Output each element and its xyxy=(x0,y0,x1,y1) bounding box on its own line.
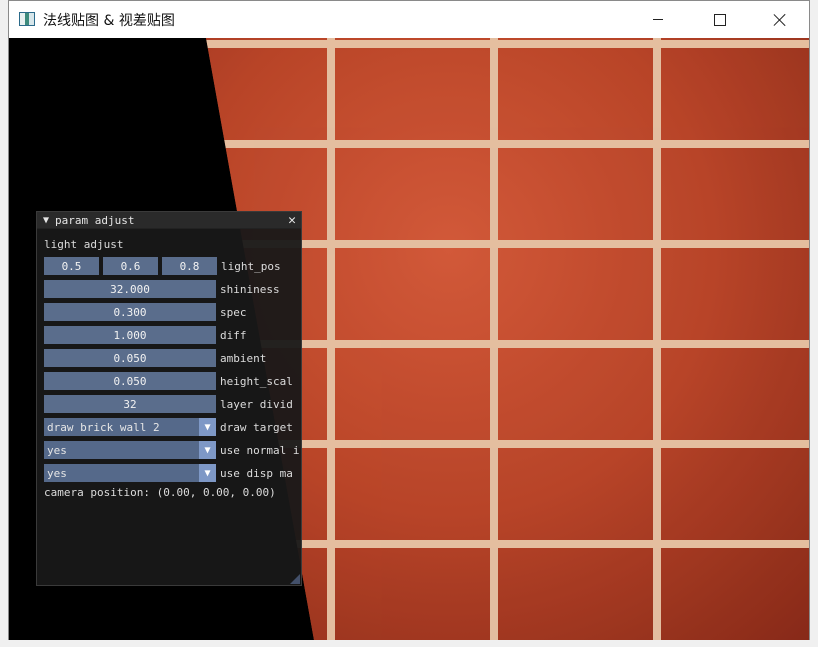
ambient-label: ambient xyxy=(220,351,267,365)
height-scale-row: 0.050 height_scal xyxy=(44,372,293,390)
draw-target-label: draw target xyxy=(220,420,293,434)
draw-target-row: draw brick wall 2 ▼ draw target xyxy=(44,418,293,436)
app-window: 法线贴图 & 视差贴图 ▼ param adjust ✕ light adjus… xyxy=(8,0,810,640)
use-normal-row: yes ▼ use normal i xyxy=(44,441,299,459)
close-button[interactable] xyxy=(757,1,803,38)
maximize-button[interactable] xyxy=(697,1,743,38)
draw-target-value: draw brick wall 2 xyxy=(47,420,160,434)
light-pos-z-input[interactable]: 0.8 xyxy=(162,257,217,275)
use-disp-row: yes ▼ use disp ma xyxy=(44,464,293,482)
collapse-icon[interactable]: ▼ xyxy=(43,215,49,226)
dropdown-arrow-icon[interactable]: ▼ xyxy=(199,418,216,436)
light-pos-x-input[interactable]: 0.5 xyxy=(44,257,99,275)
close-icon xyxy=(773,13,787,27)
use-disp-dropdown[interactable]: yes ▼ xyxy=(44,464,216,482)
use-normal-value: yes xyxy=(47,443,67,457)
camera-position-text: camera position: (0.00, 0.00, 0.00) xyxy=(44,486,276,499)
shininess-row: 32.000 shininess xyxy=(44,280,280,298)
shininess-label: shininess xyxy=(220,282,280,296)
ambient-row: 0.050 ambient xyxy=(44,349,266,367)
layer-divide-slider[interactable]: 32 xyxy=(44,395,216,413)
resize-grip-icon[interactable] xyxy=(290,574,300,584)
layer-divide-row: 32 layer divid xyxy=(44,395,293,413)
window-title: 法线贴图 & 视差贴图 xyxy=(43,13,175,29)
spec-row: 0.300 spec xyxy=(44,303,247,321)
dropdown-arrow-icon[interactable]: ▼ xyxy=(199,441,216,459)
param-adjust-panel: ▼ param adjust ✕ light adjust 0.5 0.6 0.… xyxy=(36,211,302,586)
diff-row: 1.000 diff xyxy=(44,326,247,344)
layer-divide-label: layer divid xyxy=(220,397,293,411)
title-bar: 法线贴图 & 视差贴图 xyxy=(9,1,809,38)
minimize-button[interactable] xyxy=(635,1,681,38)
diff-label: diff xyxy=(220,328,247,342)
minimize-icon xyxy=(653,19,663,20)
light-pos-label: light_pos xyxy=(221,259,281,273)
light-pos-row: 0.5 0.6 0.8 light_pos xyxy=(44,257,281,275)
use-disp-value: yes xyxy=(47,466,67,480)
light-adjust-heading: light adjust xyxy=(44,238,124,251)
use-disp-label: use disp ma xyxy=(220,466,293,480)
use-normal-label: use normal i xyxy=(220,443,300,457)
height-scale-slider[interactable]: 0.050 xyxy=(44,372,216,390)
render-canvas: ▼ param adjust ✕ light adjust 0.5 0.6 0.… xyxy=(9,38,809,640)
spec-label: spec xyxy=(220,305,247,319)
panel-header[interactable]: ▼ param adjust ✕ xyxy=(37,212,301,229)
dropdown-arrow-icon[interactable]: ▼ xyxy=(199,464,216,482)
ambient-slider[interactable]: 0.050 xyxy=(44,349,216,367)
light-pos-y-input[interactable]: 0.6 xyxy=(103,257,158,275)
panel-title: param adjust xyxy=(55,213,135,227)
height-scale-label: height_scal xyxy=(220,374,293,388)
app-icon xyxy=(19,12,35,26)
shininess-slider[interactable]: 32.000 xyxy=(44,280,216,298)
maximize-icon xyxy=(714,13,726,26)
panel-close-icon[interactable]: ✕ xyxy=(288,212,296,229)
diff-slider[interactable]: 1.000 xyxy=(44,326,216,344)
use-normal-dropdown[interactable]: yes ▼ xyxy=(44,441,216,459)
spec-slider[interactable]: 0.300 xyxy=(44,303,216,321)
draw-target-dropdown[interactable]: draw brick wall 2 ▼ xyxy=(44,418,216,436)
